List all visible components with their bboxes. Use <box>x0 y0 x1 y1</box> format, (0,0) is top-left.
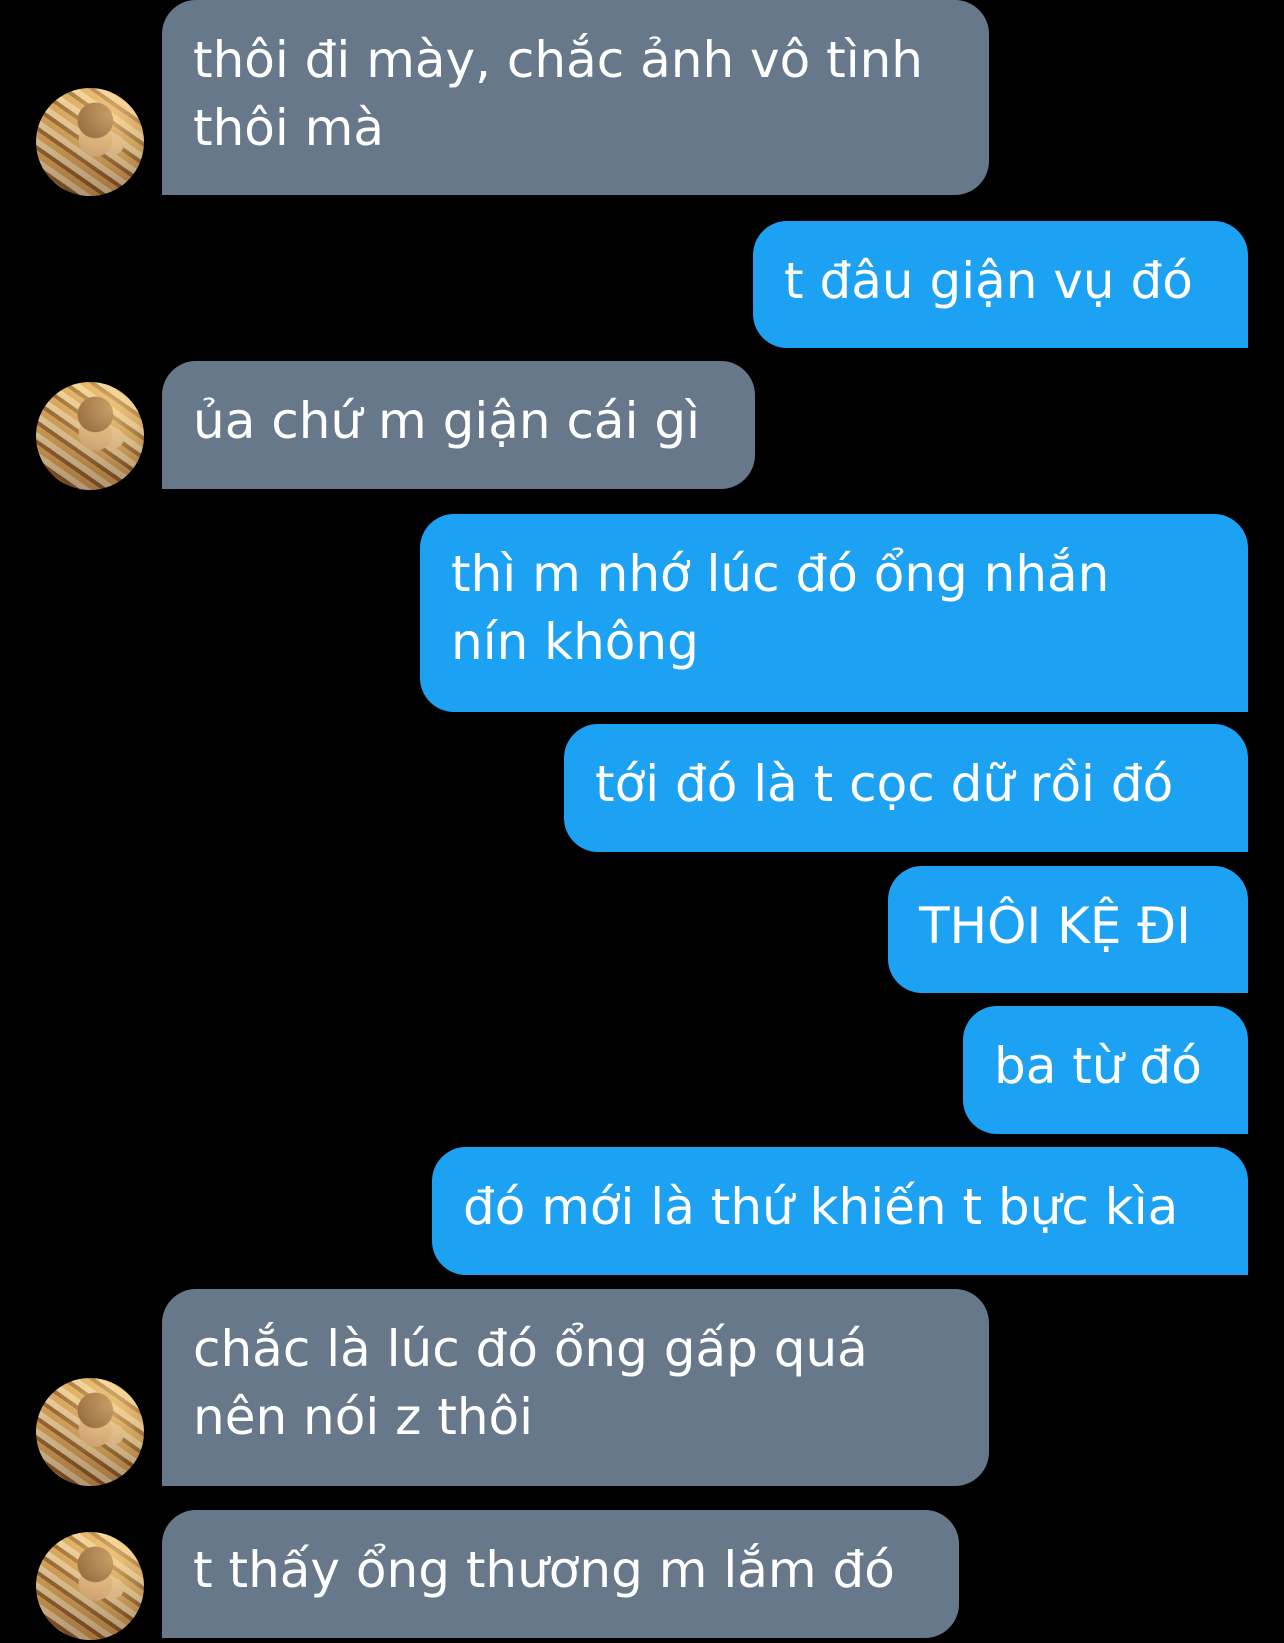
contact-avatar[interactable] <box>36 1378 144 1486</box>
outgoing-message[interactable]: THÔI KỆ ĐI <box>888 866 1248 993</box>
contact-avatar[interactable] <box>36 88 144 196</box>
outgoing-message[interactable]: tới đó là t cọc dữ rồi đó <box>564 724 1248 852</box>
outgoing-message[interactable]: thì m nhớ lúc đó ổng nhắn nín không <box>420 514 1248 712</box>
message-thread: thôi đi mày, chắc ảnh vô tình thôi mà t … <box>0 0 1284 1643</box>
incoming-message[interactable]: thôi đi mày, chắc ảnh vô tình thôi mà <box>162 0 989 195</box>
incoming-message[interactable]: chắc là lúc đó ổng gấp quá nên nói z thô… <box>162 1289 989 1486</box>
incoming-message[interactable]: t thấy ổng thương m lắm đó <box>162 1510 959 1638</box>
outgoing-message[interactable]: ba từ đó <box>963 1006 1248 1134</box>
outgoing-message[interactable]: đó mới là thứ khiến t bực kìa <box>432 1147 1248 1275</box>
contact-avatar[interactable] <box>36 1532 144 1640</box>
incoming-message[interactable]: ủa chứ m giận cái gì <box>162 361 755 489</box>
outgoing-message[interactable]: t đâu giận vụ đó <box>753 221 1248 348</box>
contact-avatar[interactable] <box>36 382 144 490</box>
